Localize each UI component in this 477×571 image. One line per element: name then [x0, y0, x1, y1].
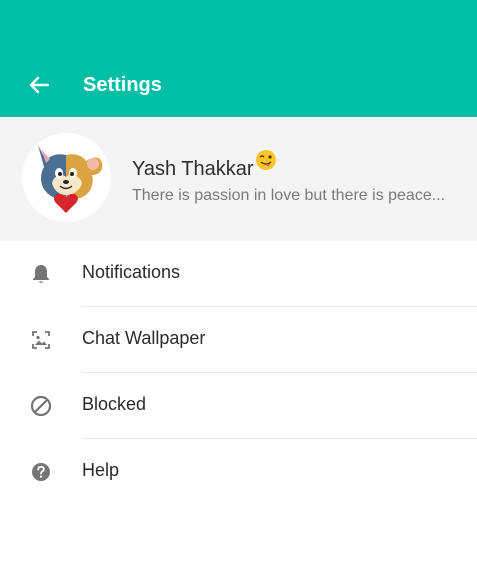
app-header: Settings [0, 0, 477, 117]
bell-icon [29, 262, 53, 286]
winking-tongue-emoji [255, 149, 277, 177]
page-title: Settings [83, 74, 162, 96]
menu-item-label: Help [82, 460, 120, 480]
help-icon [29, 460, 53, 484]
menu-item-notifications[interactable]: Notifications [0, 241, 477, 307]
menu-item-chat-wallpaper[interactable]: Chat Wallpaper [0, 307, 477, 373]
menu-item-label: Notifications [82, 262, 181, 282]
menu-item-label: Chat Wallpaper [82, 328, 206, 348]
profile-name: Yash Thakkar [132, 150, 277, 183]
arrow-back-icon [29, 76, 49, 94]
tom-and-jerry-avatar-icon [38, 145, 103, 213]
wallpaper-icon [29, 328, 53, 352]
profile-status: There is passion in love but there is pe… [132, 187, 446, 204]
back-button[interactable] [26, 72, 52, 98]
block-icon [29, 394, 53, 418]
menu-item-blocked[interactable]: Blocked [0, 373, 477, 439]
profile-card[interactable]: Yash Thakkar There is passion in love bu… [0, 117, 477, 241]
avatar[interactable] [22, 133, 111, 222]
profile-name-text: Yash Thakkar [132, 157, 254, 180]
menu-item-label: Blocked [82, 394, 147, 414]
menu-item-help[interactable]: Help [0, 439, 477, 505]
